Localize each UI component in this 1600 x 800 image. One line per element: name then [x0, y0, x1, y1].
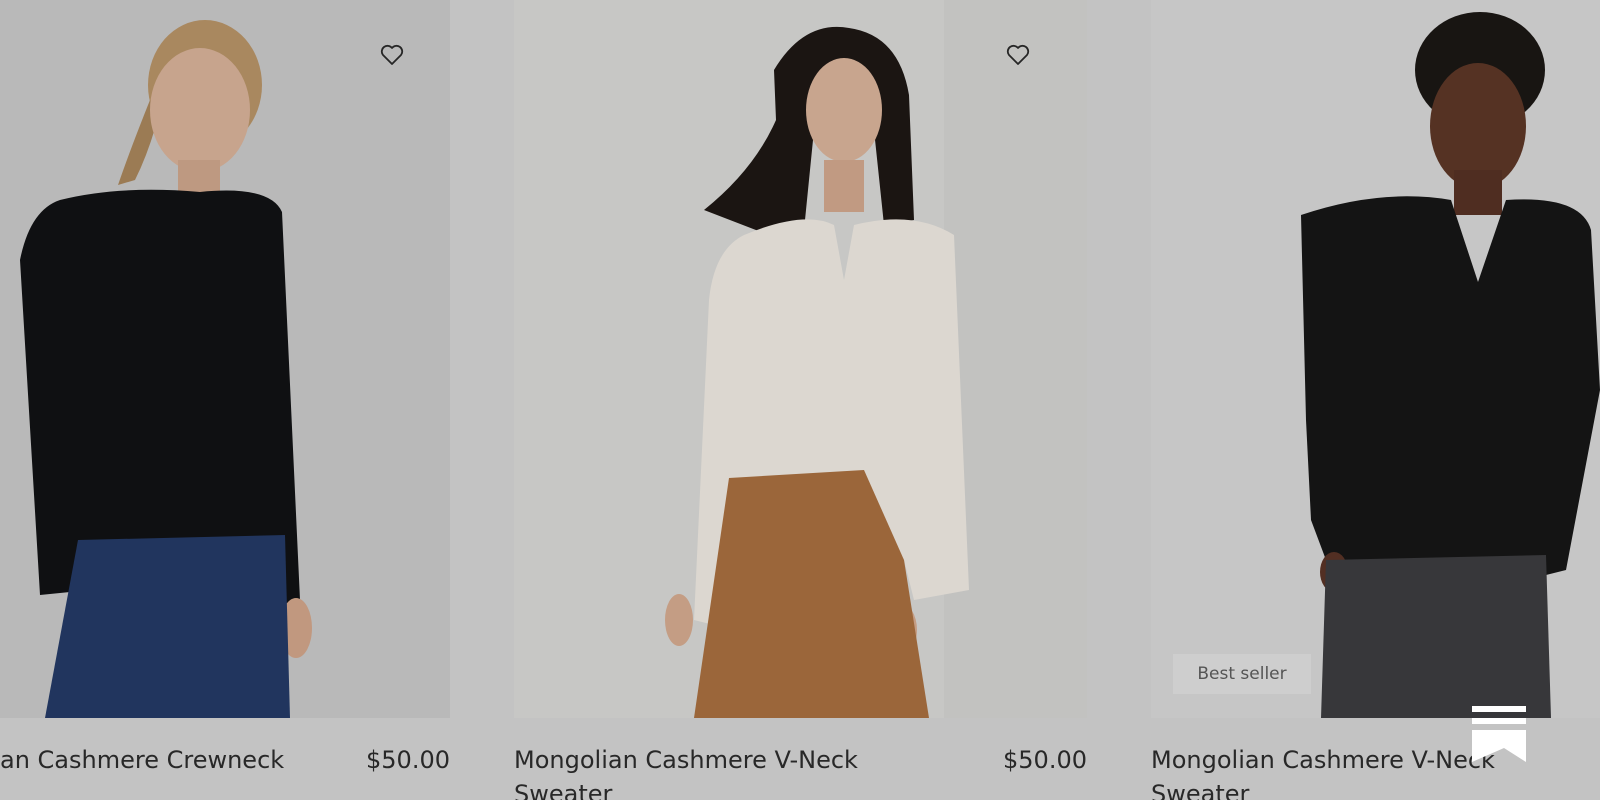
product-card[interactable]: an Cashmere Crewneck $50.00	[0, 0, 450, 800]
best-seller-badge: Best seller	[1173, 654, 1311, 694]
woman-black-crewneck-image	[0, 0, 450, 718]
product-image[interactable]	[514, 0, 1087, 718]
product-card[interactable]: Best seller Mongolian Cashmere V-Neck Sw…	[1151, 0, 1600, 800]
product-card[interactable]: Mongolian Cashmere V-Neck Sweater $50.00	[514, 0, 1087, 800]
heart-icon	[1006, 44, 1030, 65]
product-caption[interactable]: Mongolian Cashmere V-Neck Sweater	[1151, 740, 1600, 800]
woman-black-vneck-image	[1151, 0, 1600, 718]
heart-icon	[380, 44, 404, 65]
product-name[interactable]: an Cashmere Crewneck	[0, 746, 284, 774]
product-caption[interactable]: Mongolian Cashmere V-Neck Sweater $50.00	[514, 740, 1087, 800]
product-price: $50.00	[366, 746, 450, 774]
product-grid: an Cashmere Crewneck $50.00 Mongolian Ca…	[0, 0, 1600, 800]
product-name-line2[interactable]: Sweater	[514, 780, 612, 800]
product-image[interactable]	[1151, 0, 1600, 718]
product-name-line2[interactable]: Sweater	[1151, 780, 1249, 800]
product-name[interactable]: Mongolian Cashmere V-Neck	[1151, 746, 1495, 774]
product-caption[interactable]: an Cashmere Crewneck $50.00	[0, 740, 450, 800]
woman-white-vneck-image	[514, 0, 1087, 718]
product-image[interactable]	[0, 0, 450, 718]
favorite-button[interactable]	[1004, 42, 1032, 68]
product-price: $50.00	[1003, 746, 1087, 774]
favorite-button[interactable]	[378, 42, 406, 68]
scroll-progress-icon[interactable]	[1470, 704, 1528, 764]
product-name[interactable]: Mongolian Cashmere V-Neck	[514, 746, 858, 774]
